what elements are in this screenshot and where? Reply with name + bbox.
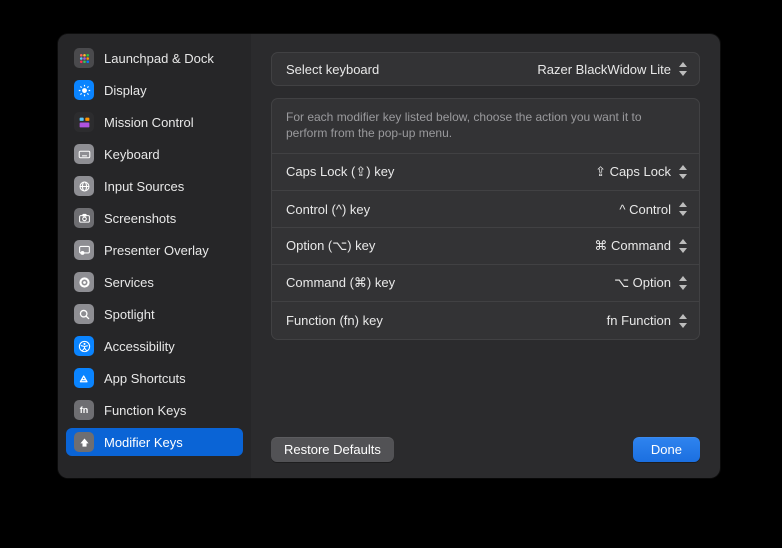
modifier-panel: For each modifier key listed below, choo…: [271, 98, 700, 340]
keyboard-select[interactable]: Select keyboard Razer BlackWidow Lite: [271, 52, 700, 86]
sidebar-item-accessibility[interactable]: Accessibility: [66, 332, 243, 360]
sidebar-item-label: App Shortcuts: [104, 371, 186, 386]
row-option: Option (⌥) key ⌘ Command: [272, 228, 699, 265]
sidebar-item-label: Accessibility: [104, 339, 175, 354]
row-control: Control (^) key ^ Control: [272, 191, 699, 228]
sidebar-item-app-shortcuts[interactable]: App Shortcuts: [66, 364, 243, 392]
popup-stepper-icon: [677, 163, 689, 181]
keyboard-icon: [74, 144, 94, 164]
sidebar-item-presenter-overlay[interactable]: Presenter Overlay: [66, 236, 243, 264]
sidebar-item-label: Display: [104, 83, 147, 98]
input-sources-icon: [74, 176, 94, 196]
function-popup[interactable]: fn Function: [607, 312, 689, 330]
sidebar: Launchpad & Dock Display Mission Control…: [58, 34, 251, 478]
screenshots-icon: [74, 208, 94, 228]
settings-window: Launchpad & Dock Display Mission Control…: [58, 34, 720, 478]
restore-defaults-button[interactable]: Restore Defaults: [271, 437, 394, 462]
display-icon: [74, 80, 94, 100]
popup-stepper-icon: [677, 237, 689, 255]
sidebar-item-input-sources[interactable]: Input Sources: [66, 172, 243, 200]
sidebar-item-label: Screenshots: [104, 211, 176, 226]
row-label: Command (⌘) key: [286, 275, 395, 291]
sidebar-item-function-keys[interactable]: fn Function Keys: [66, 396, 243, 424]
mission-control-icon: [74, 112, 94, 132]
spotlight-icon: [74, 304, 94, 324]
sidebar-item-mission-control[interactable]: Mission Control: [66, 108, 243, 136]
row-caps-lock: Caps Lock (⇪) key ⇪ Caps Lock: [272, 154, 699, 191]
row-command: Command (⌘) key ⌥ Option: [272, 265, 699, 302]
command-popup[interactable]: ⌥ Option: [614, 274, 689, 292]
presenter-overlay-icon: [74, 240, 94, 260]
content-pane: Select keyboard Razer BlackWidow Lite Fo…: [251, 34, 720, 478]
row-label: Control (^) key: [286, 202, 370, 217]
sidebar-item-services[interactable]: Services: [66, 268, 243, 296]
option-popup[interactable]: ⌘ Command: [594, 237, 689, 255]
sidebar-item-screenshots[interactable]: Screenshots: [66, 204, 243, 232]
row-label: Option (⌥) key: [286, 238, 375, 254]
services-icon: [74, 272, 94, 292]
row-function: Function (fn) key fn Function: [272, 302, 699, 339]
sidebar-item-keyboard[interactable]: Keyboard: [66, 140, 243, 168]
sidebar-item-label: Services: [104, 275, 154, 290]
popup-stepper-icon: [677, 200, 689, 218]
control-popup[interactable]: ^ Control: [619, 200, 689, 218]
sidebar-item-label: Modifier Keys: [104, 435, 183, 450]
sidebar-item-label: Function Keys: [104, 403, 186, 418]
modifier-keys-icon: [74, 432, 94, 452]
done-button[interactable]: Done: [633, 437, 700, 462]
accessibility-icon: [74, 336, 94, 356]
sidebar-item-label: Spotlight: [104, 307, 155, 322]
sidebar-item-label: Mission Control: [104, 115, 194, 130]
row-label: Function (fn) key: [286, 313, 383, 328]
footer: Restore Defaults Done: [271, 437, 700, 462]
function-keys-icon: fn: [74, 400, 94, 420]
popup-stepper-icon: [677, 312, 689, 330]
help-text: For each modifier key listed below, choo…: [272, 99, 699, 154]
caps-lock-popup[interactable]: ⇪ Caps Lock: [595, 163, 689, 181]
sidebar-item-spotlight[interactable]: Spotlight: [66, 300, 243, 328]
popup-stepper-icon: [677, 60, 689, 78]
row-label: Caps Lock (⇪) key: [286, 164, 394, 180]
sidebar-item-modifier-keys[interactable]: Modifier Keys: [66, 428, 243, 456]
sidebar-item-display[interactable]: Display: [66, 76, 243, 104]
sidebar-item-launchpad[interactable]: Launchpad & Dock: [66, 44, 243, 72]
keyboard-select-value: Razer BlackWidow Lite: [537, 60, 689, 78]
keyboard-select-label: Select keyboard: [286, 62, 379, 77]
popup-stepper-icon: [677, 274, 689, 292]
sidebar-item-label: Input Sources: [104, 179, 184, 194]
sidebar-item-label: Launchpad & Dock: [104, 51, 214, 66]
sidebar-item-label: Presenter Overlay: [104, 243, 209, 258]
app-shortcuts-icon: [74, 368, 94, 388]
launchpad-icon: [74, 48, 94, 68]
sidebar-item-label: Keyboard: [104, 147, 160, 162]
